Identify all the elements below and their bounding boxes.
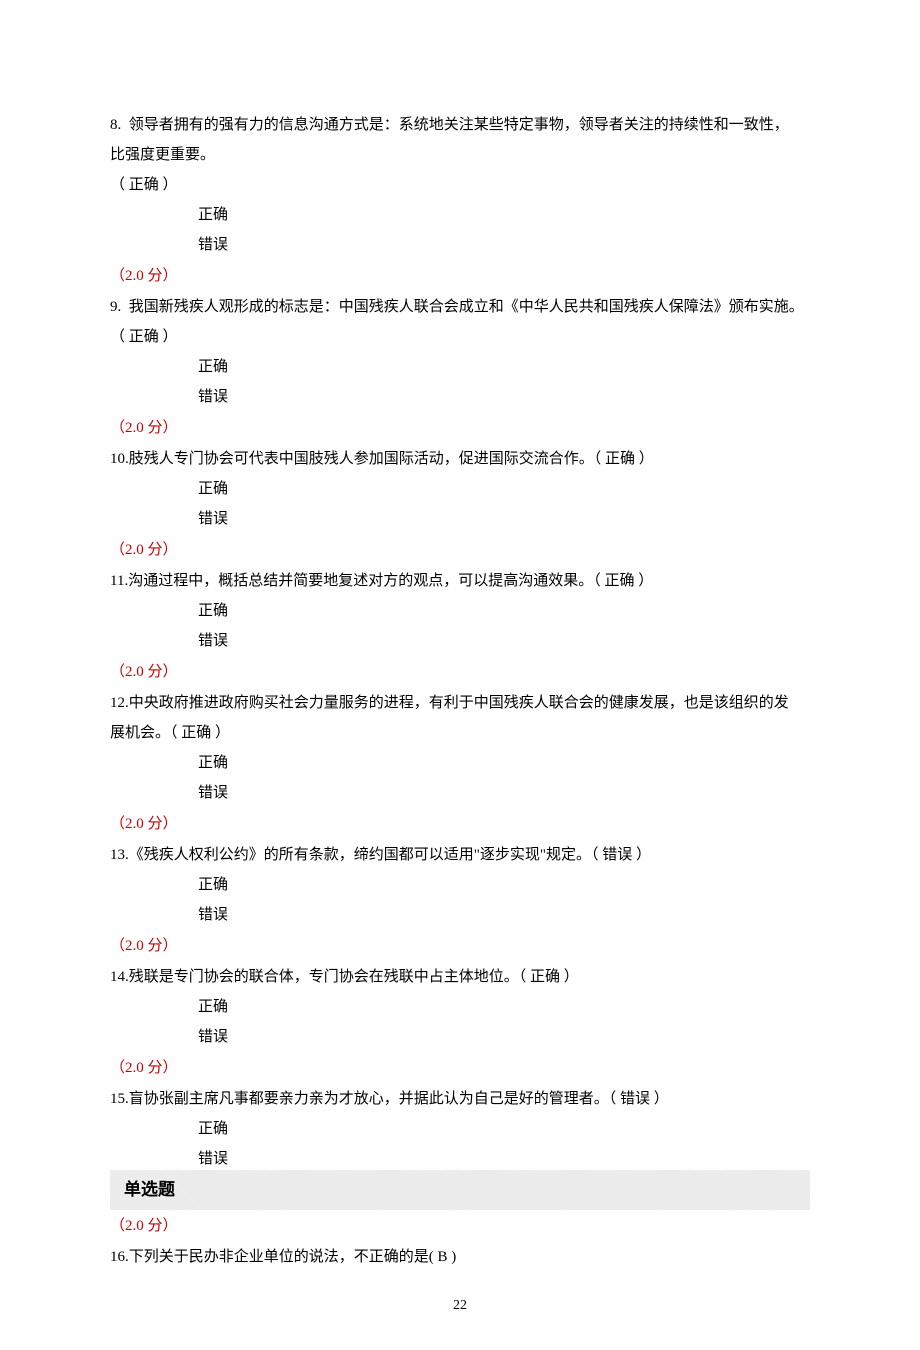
question-body: 沟通过程中，概括总结并简要地复述对方的观点，可以提高沟通效果。（ 正确 ） bbox=[128, 573, 653, 589]
question-body: 残联是专门协会的联合体，专门协会在残联中占主体地位。（ 正确 ） bbox=[129, 969, 579, 985]
question-15: 15.盲协张副主席凡事都要亲力亲为才放心，并据此认为自己是好的管理者。（ 错误 … bbox=[110, 1084, 810, 1174]
question-text: 15.盲协张副主席凡事都要亲力亲为才放心，并据此认为自己是好的管理者。（ 错误 … bbox=[110, 1084, 810, 1114]
question-body: 中央政府推进政府购买社会力量服务的进程，有利于中国残疾人联合会的健康发展，也是该… bbox=[129, 695, 789, 711]
option-false: 错误 bbox=[110, 1022, 810, 1052]
question-text: 14.残联是专门协会的联合体，专门协会在残联中占主体地位。（ 正确 ） bbox=[110, 962, 810, 992]
question-body: 下列关于民办非企业单位的说法，不正确的是( B ) bbox=[129, 1249, 457, 1265]
option-true: 正确 bbox=[110, 474, 810, 504]
option-false: 错误 bbox=[110, 626, 810, 656]
question-number: 12. bbox=[110, 695, 129, 711]
page-number: 22 bbox=[110, 1292, 810, 1320]
points: （2.0 分） bbox=[110, 261, 810, 291]
question-body: 领导者拥有的强有力的信息沟通方式是：系统地关注某些特定事物，领导者关注的持续性和… bbox=[129, 117, 789, 133]
question-number: 8. bbox=[110, 117, 121, 133]
question-14: 14.残联是专门协会的联合体，专门协会在残联中占主体地位。（ 正确 ） 正确 错… bbox=[110, 962, 810, 1083]
points: （2.0 分） bbox=[110, 1211, 810, 1241]
question-text: 13.《残疾人权利公约》的所有条款，缔约国都可以适用"逐步实现"规定。（ 错误 … bbox=[110, 840, 810, 870]
points: （2.0 分） bbox=[110, 1053, 810, 1083]
option-false: 错误 bbox=[110, 900, 810, 930]
question-body: 盲协张副主席凡事都要亲力亲为才放心，并据此认为自己是好的管理者。（ 错误 ） bbox=[129, 1091, 669, 1107]
question-text: 9. 我国新残疾人观形成的标志是：中国残疾人联合会成立和《中华人民共和国残疾人保… bbox=[110, 292, 810, 322]
option-false: 错误 bbox=[110, 230, 810, 260]
points: （2.0 分） bbox=[110, 931, 810, 961]
option-false: 错误 bbox=[110, 382, 810, 412]
question-text: 10.肢残人专门协会可代表中国肢残人参加国际活动，促进国际交流合作。（ 正确 ） bbox=[110, 444, 810, 474]
question-9: 9. 我国新残疾人观形成的标志是：中国残疾人联合会成立和《中华人民共和国残疾人保… bbox=[110, 292, 810, 443]
question-number: 11. bbox=[110, 573, 128, 589]
question-body: 《残疾人权利公约》的所有条款，缔约国都可以适用"逐步实现"规定。（ 错误 ） bbox=[129, 847, 651, 863]
points: （2.0 分） bbox=[110, 535, 810, 565]
question-16: （2.0 分） 16.下列关于民办非企业单位的说法，不正确的是( B ) bbox=[110, 1211, 810, 1272]
question-text: 12.中央政府推进政府购买社会力量服务的进程，有利于中国残疾人联合会的健康发展，… bbox=[110, 688, 810, 718]
points: （2.0 分） bbox=[110, 809, 810, 839]
question-12: 12.中央政府推进政府购买社会力量服务的进程，有利于中国残疾人联合会的健康发展，… bbox=[110, 688, 810, 839]
question-body: 肢残人专门协会可代表中国肢残人参加国际活动，促进国际交流合作。（ 正确 ） bbox=[129, 451, 654, 467]
option-true: 正确 bbox=[110, 1114, 810, 1144]
question-13: 13.《残疾人权利公约》的所有条款，缔约国都可以适用"逐步实现"规定。（ 错误 … bbox=[110, 840, 810, 961]
option-false: 错误 bbox=[110, 778, 810, 808]
question-body: 我国新残疾人观形成的标志是：中国残疾人联合会成立和《中华人民共和国残疾人保障法》… bbox=[129, 299, 804, 315]
answer-line: （ 正确 ） bbox=[110, 170, 810, 200]
question-number: 13. bbox=[110, 847, 129, 863]
question-8: 8. 领导者拥有的强有力的信息沟通方式是：系统地关注某些特定事物，领导者关注的持… bbox=[110, 110, 810, 291]
question-body-line2: 比强度更重要。 bbox=[110, 140, 810, 170]
question-text: 8. 领导者拥有的强有力的信息沟通方式是：系统地关注某些特定事物，领导者关注的持… bbox=[110, 110, 810, 140]
answer-line: （ 正确 ） bbox=[110, 322, 810, 352]
question-body-line2: 展机会。（ 正确 ） bbox=[110, 718, 810, 748]
points: （2.0 分） bbox=[110, 657, 810, 687]
question-11: 11.沟通过程中，概括总结并简要地复述对方的观点，可以提高沟通效果。（ 正确 ）… bbox=[110, 566, 810, 687]
option-true: 正确 bbox=[110, 596, 810, 626]
question-number: 16. bbox=[110, 1249, 129, 1265]
option-false: 错误 bbox=[110, 504, 810, 534]
question-text: 11.沟通过程中，概括总结并简要地复述对方的观点，可以提高沟通效果。（ 正确 ） bbox=[110, 566, 810, 596]
points: （2.0 分） bbox=[110, 413, 810, 443]
question-10: 10.肢残人专门协会可代表中国肢残人参加国际活动，促进国际交流合作。（ 正确 ）… bbox=[110, 444, 810, 565]
section-heading-single-choice: 单选题 bbox=[110, 1170, 810, 1210]
question-number: 14. bbox=[110, 969, 129, 985]
question-number: 15. bbox=[110, 1091, 129, 1107]
section-heading-text: 单选题 bbox=[124, 1180, 175, 1199]
option-true: 正确 bbox=[110, 748, 810, 778]
option-true: 正确 bbox=[110, 200, 810, 230]
option-true: 正确 bbox=[110, 992, 810, 1022]
question-text: 16.下列关于民办非企业单位的说法，不正确的是( B ) bbox=[110, 1242, 810, 1272]
option-true: 正确 bbox=[110, 352, 810, 382]
question-number: 9. bbox=[110, 299, 121, 315]
question-number: 10. bbox=[110, 451, 129, 467]
option-true: 正确 bbox=[110, 870, 810, 900]
